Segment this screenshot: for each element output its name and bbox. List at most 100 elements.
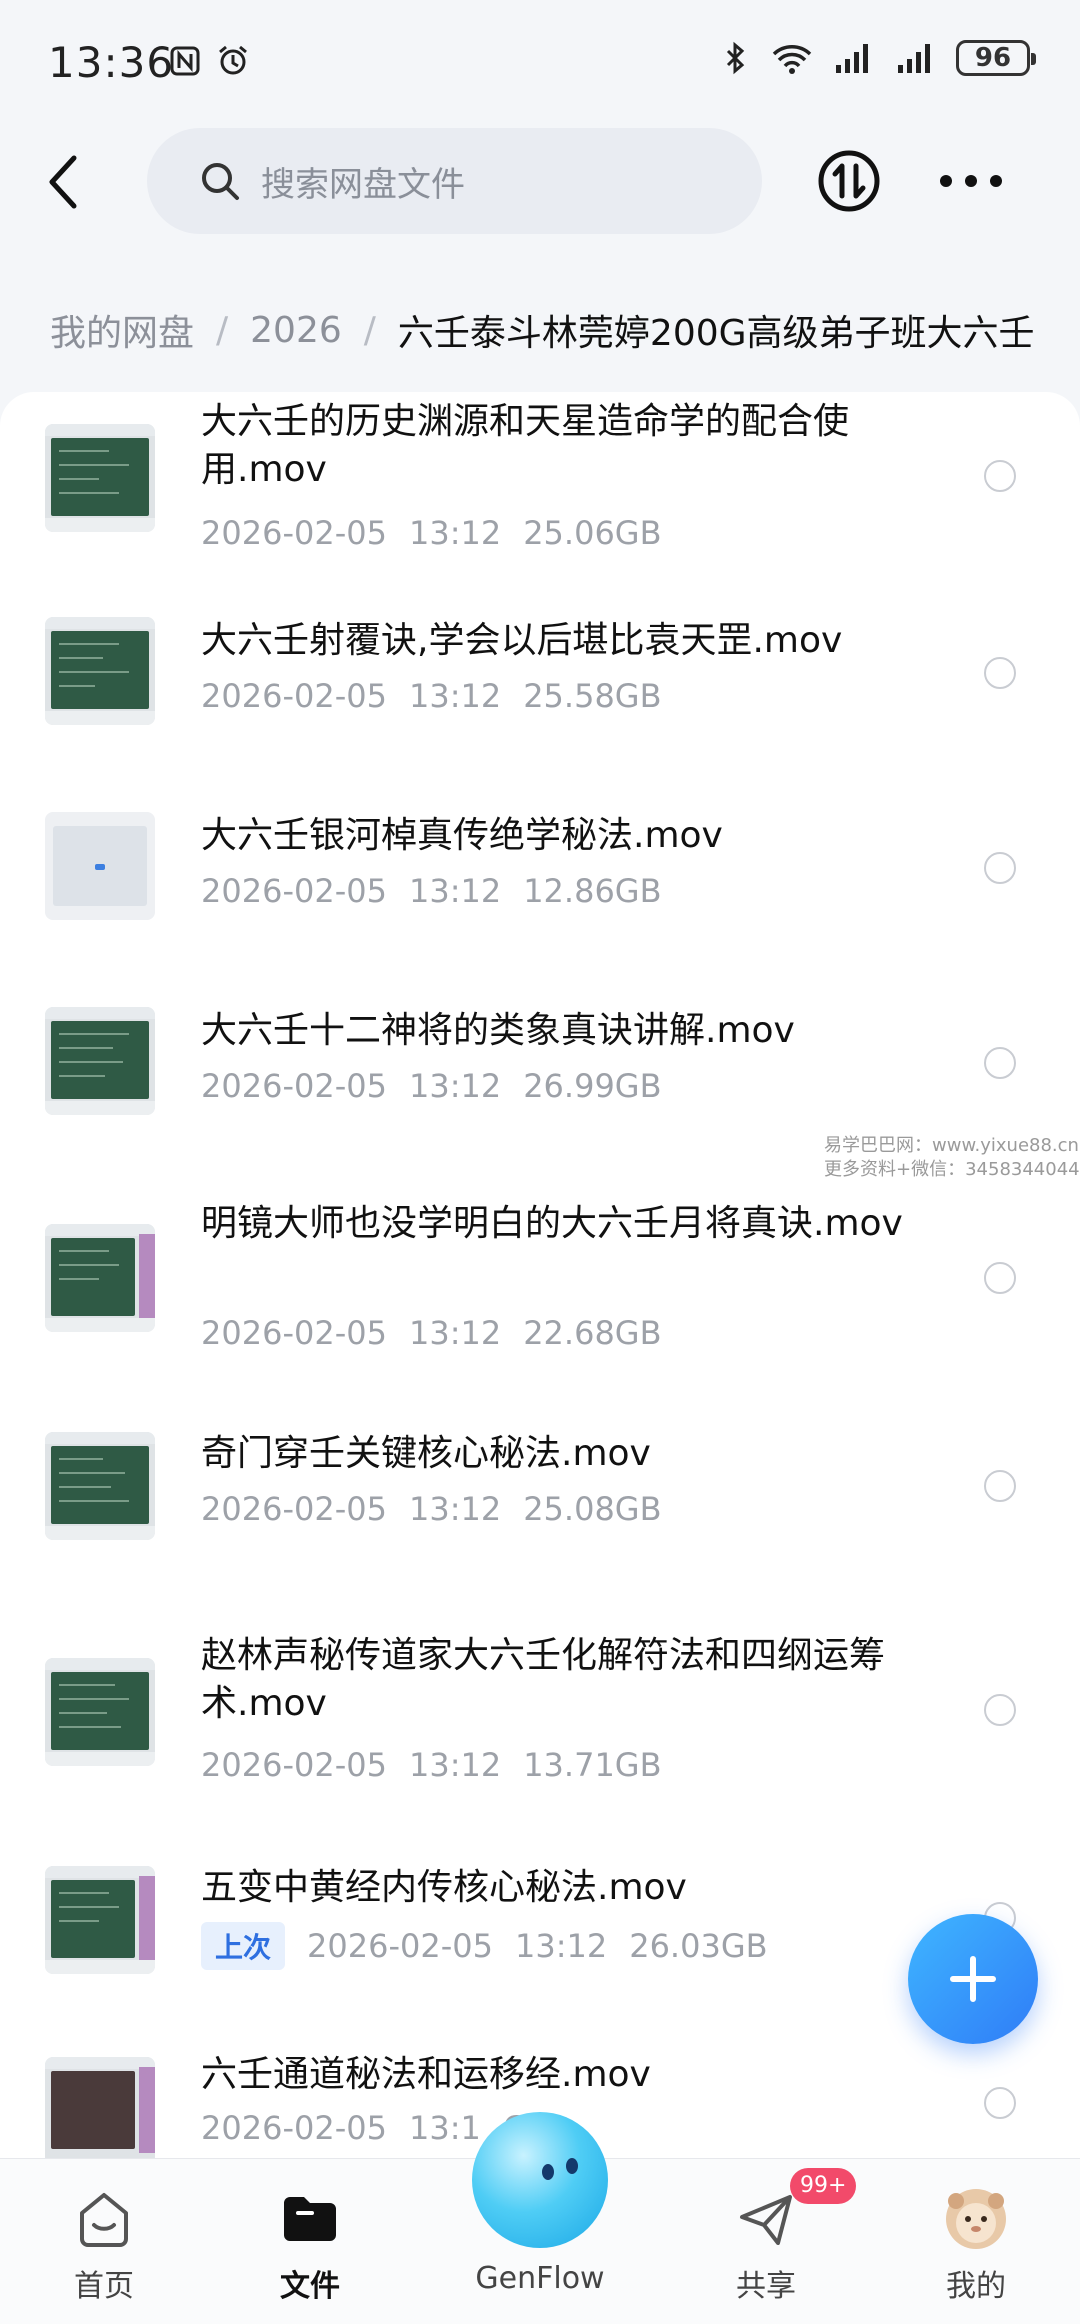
share-badge: 99+ bbox=[790, 2168, 857, 2204]
avatar-icon bbox=[946, 2189, 1006, 2249]
file-meta: 2026-02-05 13:12 13.71GB bbox=[201, 1746, 684, 1784]
transfer-button[interactable] bbox=[816, 148, 882, 214]
chevron-left-icon bbox=[49, 155, 77, 209]
file-size: 12.86GB bbox=[523, 872, 662, 910]
status-time: 13:36 bbox=[48, 38, 175, 87]
status-bar: 13:36 96 bbox=[0, 0, 1080, 130]
bluetooth-icon bbox=[726, 41, 745, 75]
breadcrumb-root[interactable]: 我的网盘 bbox=[50, 304, 194, 356]
nav-label: GenFlow bbox=[475, 2261, 605, 2296]
file-meta: 2026-02-05 13:12 22.68GB bbox=[201, 1314, 684, 1352]
file-date: 2026-02-05 bbox=[201, 1314, 387, 1352]
select-radio[interactable] bbox=[984, 852, 1016, 884]
last-viewed-badge: 上次 bbox=[201, 1922, 286, 1970]
breadcrumb-year[interactable]: 2026 bbox=[250, 310, 342, 351]
breadcrumb: 我的网盘 / 2026 / 六壬泰斗林莞婷200G高级弟子班大六壬 bbox=[50, 300, 1080, 360]
search-placeholder: 搜索网盘文件 bbox=[261, 164, 465, 205]
search-icon bbox=[202, 163, 239, 200]
genflow-eye bbox=[566, 2158, 578, 2174]
file-time: 13:12 bbox=[408, 872, 502, 910]
file-time: 13:12 bbox=[408, 677, 502, 715]
select-radio[interactable] bbox=[984, 1047, 1016, 1079]
file-date: 2026-02-05 bbox=[201, 677, 387, 715]
video-thumbnail bbox=[45, 1224, 155, 1332]
file-row[interactable]: 大六壬射覆诀,学会以后堪比袁天罡.mov 2026-02-05 13:12 25.5… bbox=[0, 587, 1080, 782]
file-name: 六壬通道秘法和运移经.mov bbox=[201, 2054, 651, 2095]
select-radio[interactable] bbox=[984, 1694, 1016, 1726]
file-size: 26.99GB bbox=[523, 1067, 662, 1105]
watermark: 易学巴巴网：www.yixue88.cn 更多资料+微信：3458344044 bbox=[824, 1134, 1080, 1182]
video-thumbnail bbox=[45, 1866, 155, 1974]
select-radio[interactable] bbox=[984, 1262, 1016, 1294]
video-thumbnail bbox=[45, 812, 155, 920]
file-name: 大六壬银河棹真传绝学秘法.mov bbox=[201, 815, 723, 856]
more-button[interactable] bbox=[940, 160, 1002, 202]
battery-icon: 96 bbox=[956, 40, 1036, 76]
file-date: 2026-02-05 bbox=[307, 1927, 493, 1965]
more-icon-dot bbox=[940, 175, 952, 187]
file-row[interactable]: 大六壬银河棹真传绝学秘法.mov 2026-02-05 13:12 12.86GB bbox=[0, 782, 1080, 977]
file-row[interactable]: 明镜大师也没学明白的大六壬月将真诀.mov 2026-02-05 13:12 22.… bbox=[0, 1192, 1080, 1422]
select-radio[interactable] bbox=[984, 2087, 1016, 2119]
file-name: 赵林声秘传道家大六壬化解符法和四纲运筹术.mov bbox=[201, 1635, 886, 1724]
file-meta: 2026-02-05 13:12 25.08GB bbox=[201, 1490, 684, 1528]
file-name: 大六壬十二神将的类象真诀讲解.mov bbox=[201, 1010, 795, 1051]
nav-profile[interactable]: 我的 bbox=[896, 2159, 1056, 2324]
file-size: 22.68GB bbox=[523, 1314, 662, 1352]
file-time: 13:12 bbox=[408, 1067, 502, 1105]
file-size: 25.08GB bbox=[523, 1490, 662, 1528]
file-time: 13:12 bbox=[514, 1927, 608, 1965]
video-thumbnail bbox=[45, 424, 155, 532]
file-time: 13:12 bbox=[408, 1490, 502, 1528]
file-size: 26.03GB bbox=[629, 1927, 768, 1965]
plus-icon bbox=[950, 1956, 996, 2002]
more-icon-dot bbox=[965, 175, 977, 187]
genflow-icon[interactable] bbox=[472, 2112, 608, 2248]
file-row[interactable]: 奇门穿壬关键核心秘法.mov 2026-02-05 13:12 25.08GB bbox=[0, 1422, 1080, 1617]
back-button[interactable] bbox=[36, 150, 92, 214]
file-name: 明镜大师也没学明白的大六壬月将真诀.mov bbox=[201, 1203, 903, 1244]
file-date: 2026-02-05 bbox=[201, 2109, 387, 2147]
file-name: 大六壬射覆诀,学会以后堪比袁天罡.mov bbox=[201, 620, 843, 661]
file-name: 大六壬的历史渊源和天星造命学的配合使用.mov bbox=[201, 401, 850, 490]
home-icon bbox=[80, 2193, 128, 2247]
nfc-icon bbox=[170, 46, 200, 76]
breadcrumb-current: 六壬泰斗林莞婷200G高级弟子班大六壬 bbox=[397, 313, 1035, 354]
file-row[interactable]: 赵林声秘传道家大六壬化解符法和四纲运筹术.mov 2026-02-05 13:12… bbox=[0, 1632, 1080, 1852]
file-date: 2026-02-05 bbox=[201, 1746, 387, 1784]
nav-files[interactable]: 文件 bbox=[230, 2159, 390, 2324]
breadcrumb-separator: / bbox=[363, 309, 376, 351]
search-input[interactable]: 搜索网盘文件 bbox=[147, 128, 762, 234]
watermark-line: 易学巴巴网：www.yixue88.cn bbox=[824, 1135, 1079, 1156]
file-date: 2026-02-05 bbox=[201, 1490, 387, 1528]
file-size: 25.06GB bbox=[523, 514, 662, 552]
genflow-eye bbox=[542, 2164, 554, 2180]
file-time: 13:12 bbox=[408, 514, 502, 552]
wifi-icon bbox=[772, 45, 812, 74]
add-button[interactable] bbox=[908, 1914, 1038, 2044]
file-size: 13.71GB bbox=[523, 1746, 662, 1784]
file-date: 2026-02-05 bbox=[201, 872, 387, 910]
file-meta: 2026-02-05 13:12 25.58GB bbox=[201, 677, 684, 715]
signal-icon bbox=[898, 44, 930, 73]
select-radio[interactable] bbox=[984, 460, 1016, 492]
file-row[interactable]: 大六壬的历史渊源和天星造命学的配合使用.mov 2026-02-05 13:12 2… bbox=[0, 392, 1080, 582]
video-thumbnail bbox=[45, 617, 155, 725]
file-time: 13:1 bbox=[408, 2109, 481, 2147]
nav-home[interactable]: 首页 bbox=[24, 2159, 184, 2324]
file-meta: 2026-02-05 13:12 26.99GB bbox=[201, 1067, 684, 1105]
select-radio[interactable] bbox=[984, 1470, 1016, 1502]
transfer-icon bbox=[818, 150, 880, 212]
select-radio[interactable] bbox=[984, 657, 1016, 689]
more-icon-dot bbox=[990, 175, 1002, 187]
video-thumbnail bbox=[45, 1432, 155, 1540]
breadcrumb-separator: / bbox=[216, 309, 229, 351]
file-list: 大六壬的历史渊源和天星造命学的配合使用.mov 2026-02-05 13:12 2… bbox=[0, 392, 1080, 2162]
nav-label: 我的 bbox=[946, 2269, 1006, 2304]
battery-level: 96 bbox=[974, 43, 1012, 73]
alarm-icon bbox=[219, 45, 247, 75]
file-time: 13:12 bbox=[408, 1314, 502, 1352]
folder-icon bbox=[284, 2197, 336, 2241]
video-thumbnail bbox=[45, 2057, 155, 2162]
file-time: 13:12 bbox=[408, 1746, 502, 1784]
